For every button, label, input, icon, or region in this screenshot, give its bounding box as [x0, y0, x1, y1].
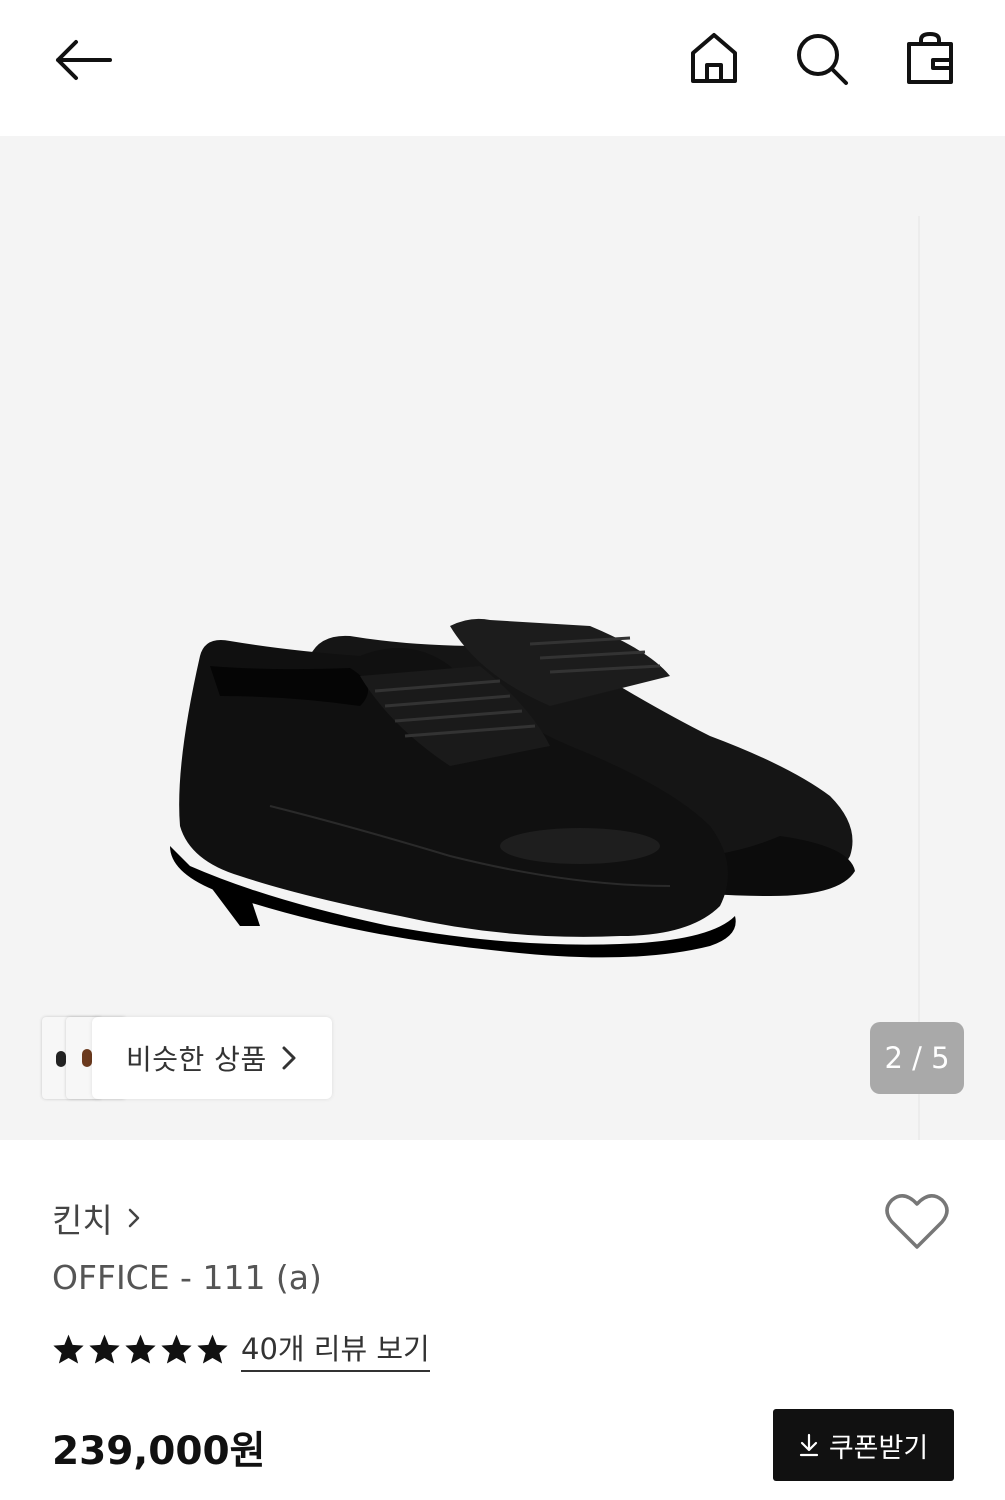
star-icon	[89, 1334, 120, 1364]
image-page-counter: 2 / 5	[870, 1022, 964, 1094]
product-image	[170, 618, 855, 958]
search-button[interactable]	[790, 28, 854, 90]
top-navigation-bar	[0, 0, 1005, 136]
search-icon	[797, 34, 848, 85]
shopping-bag-button[interactable]	[900, 28, 960, 88]
home-button[interactable]	[684, 28, 744, 88]
rating-row: 40개 리뷰 보기	[52, 1326, 430, 1372]
star-icon	[197, 1334, 228, 1364]
coupon-label: 쿠폰받기	[828, 1432, 929, 1464]
chevron-right-icon	[282, 1046, 296, 1070]
back-button[interactable]	[48, 30, 118, 90]
next-image-peek	[918, 216, 920, 1140]
chevron-right-icon	[128, 1208, 139, 1228]
rating-stars	[52, 1333, 229, 1365]
shopping-bag-icon	[907, 31, 953, 84]
brand-link[interactable]: 킨치	[52, 1194, 141, 1242]
back-arrow-icon	[56, 40, 112, 80]
product-image-gallery[interactable]: 비슷한 상품 2 / 5	[0, 136, 1005, 1140]
similar-products-card[interactable]: 비슷한 상품	[92, 1017, 332, 1099]
home-icon	[691, 33, 737, 83]
brand-name: 킨치	[52, 1201, 113, 1240]
review-link[interactable]: 40개 리뷰 보기	[241, 1326, 430, 1372]
star-icon	[125, 1334, 156, 1364]
star-icon	[53, 1334, 84, 1364]
similar-products-button[interactable]: 비슷한 상품	[42, 1017, 332, 1099]
product-name: OFFICE - 111 (a)	[52, 1258, 322, 1297]
download-icon	[799, 1433, 818, 1457]
similar-products-label: 비슷한 상품	[126, 1043, 267, 1076]
coupon-button[interactable]: 쿠폰받기	[773, 1409, 954, 1481]
star-icon	[161, 1334, 192, 1364]
heart-icon	[885, 1194, 949, 1249]
product-price: 239,000원	[52, 1429, 266, 1474]
wishlist-button[interactable]	[884, 1192, 950, 1256]
